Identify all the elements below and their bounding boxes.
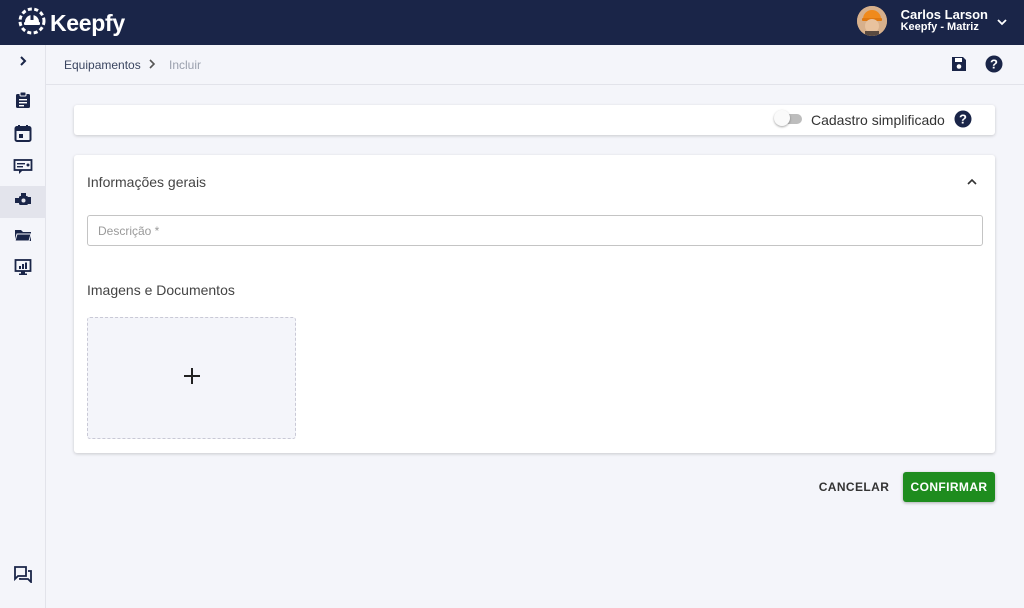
confirm-button[interactable]: CONFIRMAR <box>903 472 995 502</box>
sidebar <box>0 45 46 608</box>
calendar-icon <box>14 124 32 147</box>
chevron-down-icon[interactable] <box>996 15 1008 33</box>
breadcrumb-current: Incluir <box>169 58 202 72</box>
chevron-up-icon[interactable] <box>964 174 980 190</box>
sidebar-item-dashboard[interactable] <box>0 253 46 285</box>
avatar <box>856 6 887 36</box>
sidebar-item-documents[interactable] <box>0 221 46 253</box>
sidebar-item-chat[interactable] <box>0 560 46 592</box>
clipboard-icon <box>14 91 32 114</box>
ticket-icon <box>13 158 33 181</box>
svg-text:?: ? <box>959 112 967 127</box>
user-company: Keepfy - Matriz <box>900 21 979 33</box>
sidebar-item-calendar[interactable] <box>0 119 46 151</box>
equipment-icon <box>13 191 33 214</box>
folder-icon <box>14 226 32 249</box>
sidebar-expand-button[interactable] <box>0 47 46 79</box>
user-name: Carlos Larson <box>900 7 988 22</box>
user-menu[interactable]: Carlos Larson Keepfy - Matriz <box>856 6 1007 36</box>
description-field[interactable] <box>87 215 983 246</box>
simplified-registration-label: Cadastro simplificado <box>811 112 945 128</box>
breadcrumb: Equipamentos Incluir ? <box>46 45 1024 85</box>
section-title: Informações gerais <box>87 174 207 190</box>
cancel-button[interactable]: CANCELAR <box>810 472 898 502</box>
app-name: Keepfy <box>50 10 125 36</box>
breadcrumb-parent-link[interactable]: Equipamentos <box>64 58 141 72</box>
sidebar-item-equipment[interactable] <box>0 186 46 218</box>
upload-dropzone[interactable] <box>87 317 296 439</box>
chevron-right-icon <box>17 54 29 72</box>
save-icon[interactable] <box>950 55 970 75</box>
sidebar-item-tasks[interactable] <box>0 86 46 118</box>
simplified-registration-card: Cadastro simplificado ? <box>74 105 995 135</box>
help-icon[interactable]: ? <box>954 110 972 128</box>
simplified-registration-toggle[interactable] <box>774 110 802 126</box>
top-bar: Keepfy Carlos Larson Keepfy - Matriz <box>0 0 1024 45</box>
plus-icon <box>182 366 202 391</box>
chat-icon <box>13 565 33 588</box>
sidebar-item-tickets[interactable] <box>0 153 46 185</box>
general-info-card: Informações gerais Imagens e Documentos <box>74 155 995 453</box>
images-documents-title: Imagens e Documentos <box>87 282 235 298</box>
svg-text:?: ? <box>990 57 998 72</box>
chevron-right-icon <box>146 57 158 76</box>
app-logo[interactable]: Keepfy <box>18 7 125 40</box>
monitor-chart-icon <box>14 258 32 281</box>
help-icon[interactable]: ? <box>985 55 1005 75</box>
keepfy-logo-icon <box>18 7 46 40</box>
